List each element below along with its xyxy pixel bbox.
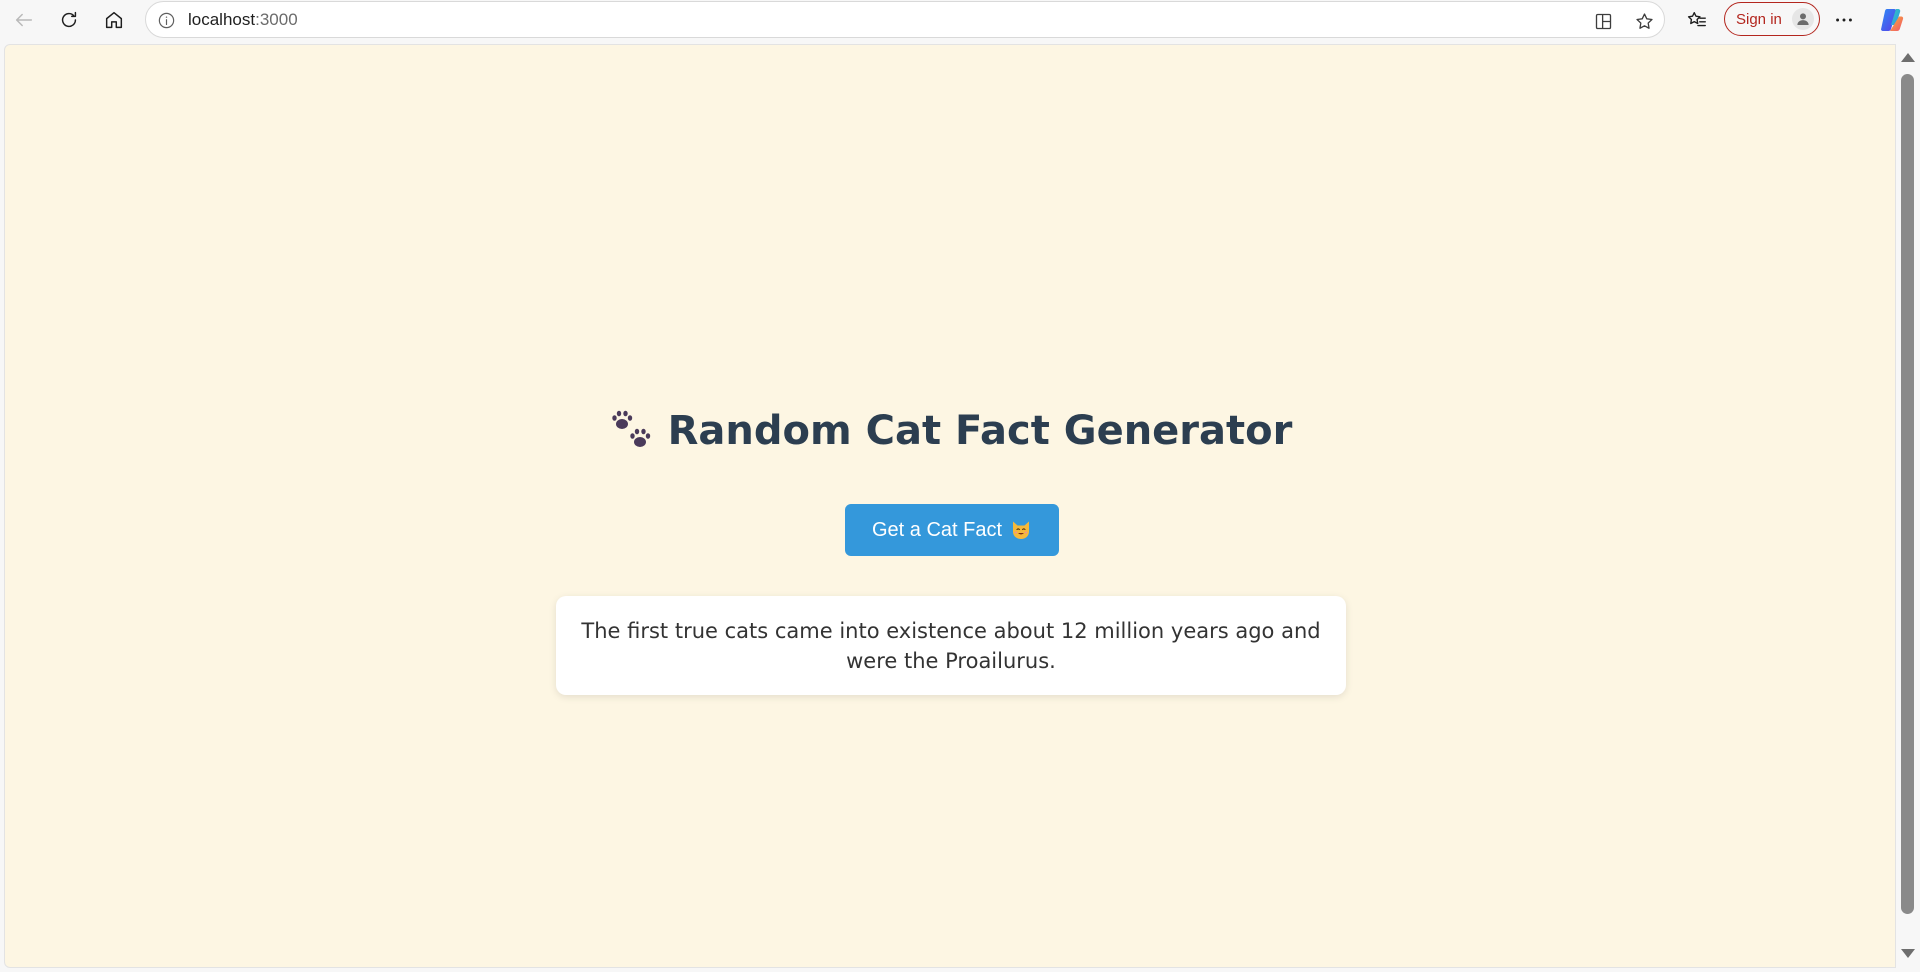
get-cat-fact-label: Get a Cat Fact: [871, 518, 1003, 541]
home-icon: [105, 11, 123, 29]
more-button[interactable]: [1826, 4, 1862, 36]
address-bar[interactable]: localhost:3000: [145, 1, 1665, 38]
favorites-icon: [1687, 11, 1706, 27]
more-icon: [1836, 18, 1852, 22]
home-button[interactable]: [96, 4, 132, 36]
url-port: :3000: [255, 10, 298, 29]
page-title: Random Cat Fact Generator: [5, 405, 1895, 457]
page-title-text: Random Cat Fact Generator: [667, 408, 1293, 454]
copilot-icon[interactable]: [1878, 6, 1906, 34]
scroll-down-arrow[interactable]: [1901, 949, 1915, 958]
url-text[interactable]: localhost:3000: [188, 10, 298, 30]
get-cat-fact-button[interactable]: Get a Cat Fact: [845, 504, 1059, 556]
scrollbar-thumb[interactable]: [1901, 74, 1914, 914]
sign-in-label: Sign in: [1736, 10, 1782, 28]
back-button[interactable]: [6, 4, 42, 36]
sign-in-button[interactable]: Sign in: [1724, 2, 1820, 36]
back-arrow-icon: [15, 13, 33, 27]
favorites-button[interactable]: [1679, 4, 1715, 36]
avatar-icon: [1792, 8, 1814, 30]
fact-card: The first true cats came into existence …: [556, 596, 1346, 695]
scroll-up-arrow[interactable]: [1901, 53, 1915, 62]
url-host: localhost: [188, 10, 256, 29]
scrollbar[interactable]: [1896, 44, 1920, 968]
star-icon[interactable]: [1631, 8, 1657, 34]
refresh-icon: [61, 11, 77, 28]
page-viewport: Random Cat Fact Generator Get a Cat Fact…: [4, 44, 1896, 968]
paw-prints-icon: [611, 410, 650, 447]
split-screen-icon[interactable]: [1590, 8, 1616, 34]
cat-face-icon: [1013, 521, 1030, 539]
info-icon[interactable]: [156, 10, 176, 30]
fact-text: The first true cats came into existence …: [581, 619, 1321, 673]
browser-toolbar: localhost:3000 Sign in: [0, 0, 1920, 40]
refresh-button[interactable]: [51, 4, 87, 36]
